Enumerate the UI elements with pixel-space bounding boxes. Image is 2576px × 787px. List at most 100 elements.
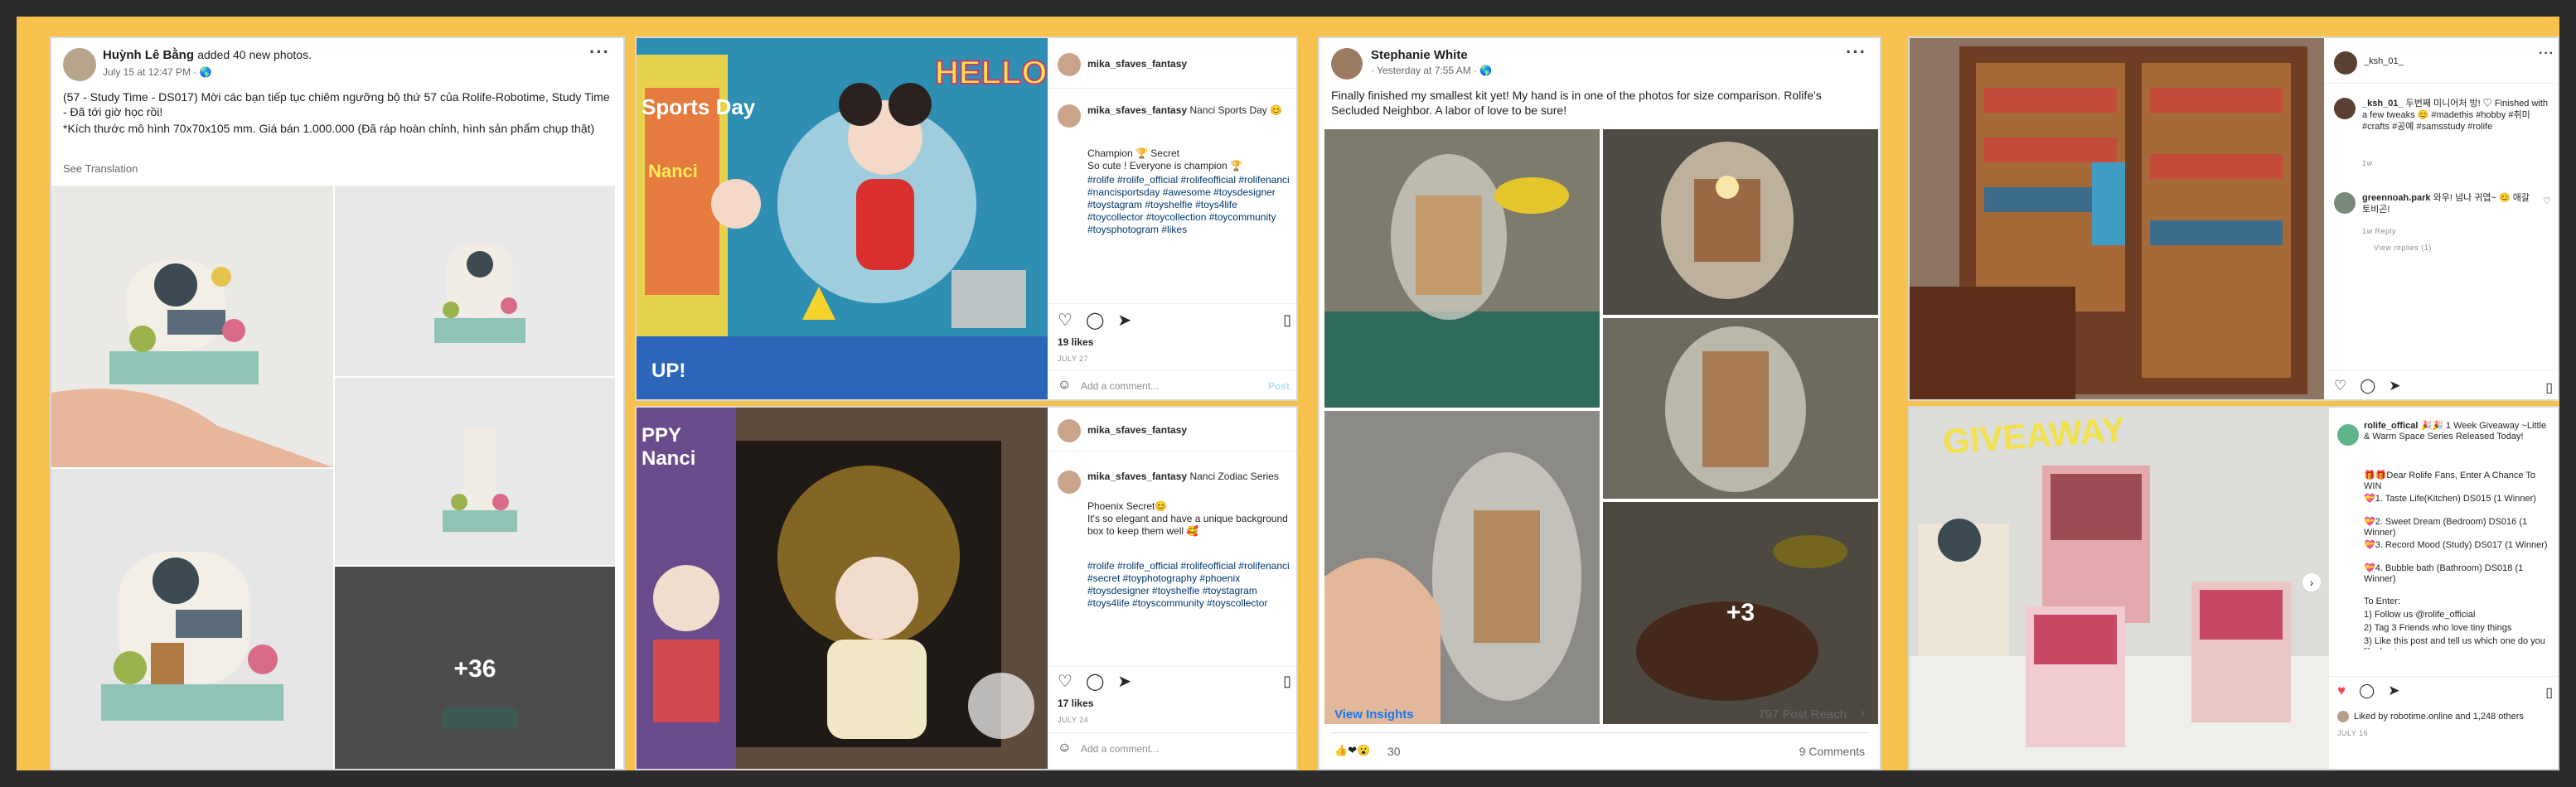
avatar[interactable] (1058, 419, 1081, 442)
comment-2: greennoah.park 와우! 넘나 귀엽~ 😊 애갈토비곤! (2362, 192, 2536, 215)
library-diorama-image (1910, 38, 2324, 399)
divider (2329, 676, 2558, 677)
emoji-icon[interactable]: ☺ (1058, 741, 1071, 756)
caption-username[interactable]: rolife_offical (2364, 421, 2418, 431)
bookmark-icon[interactable]: ▯ (2545, 684, 2553, 701)
avatar[interactable] (1331, 48, 1363, 80)
post-reach[interactable]: 797 Post Reach (1758, 707, 1847, 722)
comment-avatar[interactable] (2334, 98, 2356, 119)
comment-icon[interactable]: ◯ (1086, 310, 1104, 331)
more-photos-overlay[interactable]: +3 (1603, 502, 1878, 724)
heart-icon[interactable]: ♡ (2334, 378, 2346, 394)
caption: mika_sfaves_fantasy Nanci Zodiac Series (1087, 471, 1295, 483)
comment-input[interactable]: Add a comment... (1081, 380, 1159, 392)
diorama-front-image (335, 186, 615, 376)
avatar[interactable] (2337, 424, 2359, 446)
author-name[interactable]: Stephanie White (1371, 48, 1468, 62)
carousel-next-icon[interactable]: › (2302, 573, 2321, 591)
view-replies-link[interactable]: View replies (1) (2374, 244, 2432, 252)
comment-time[interactable]: 1w Reply (2362, 227, 2396, 235)
caption-hashtags[interactable]: #rolife #rolife_official #rolifeofficial… (1087, 560, 1295, 610)
caption-username[interactable]: mika_sfaves_fantasy (1087, 104, 1187, 116)
more-options-icon[interactable]: ··· (2539, 46, 2554, 61)
caption-avatar[interactable] (1058, 471, 1081, 494)
up-label: UP! (651, 360, 686, 382)
share-icon[interactable]: ➤ (1117, 671, 1131, 692)
heart-filled-icon[interactable]: ♥ (2337, 683, 2346, 699)
post-action: added 40 new photos. (197, 48, 312, 61)
comment-avatar-2[interactable] (2334, 192, 2356, 214)
likes-count[interactable]: 19 likes (1058, 336, 1093, 348)
avatar[interactable] (2334, 51, 2357, 75)
share-icon[interactable]: ➤ (1117, 310, 1131, 331)
caption-time: 1w (2362, 159, 2373, 167)
photo-1[interactable] (1324, 129, 1600, 408)
comment-heart-icon[interactable]: ♡ (2543, 196, 2551, 206)
caption-line-7: 1) Follow us @rolife_official (2364, 610, 2476, 620)
photo-3[interactable] (1603, 318, 1878, 499)
photo-2[interactable] (1603, 129, 1878, 315)
photo-thumb-1[interactable] (335, 186, 615, 376)
fb-post-secluded-neighbor: Stephanie White · Yesterday at 7:55 AM ·… (1318, 36, 1881, 770)
post-photo[interactable] (1910, 38, 2324, 399)
jar-diorama-stairs-image (1603, 318, 1878, 499)
photo-thumb-3[interactable]: +36 (335, 567, 615, 769)
heart-icon[interactable]: ♡ (1058, 310, 1073, 331)
post-time[interactable]: · Yesterday at 7:55 AM · 🌎 (1371, 65, 1492, 76)
comments-count[interactable]: 9 Comments (1799, 745, 1865, 758)
chevron-right-icon[interactable]: › (1861, 706, 1865, 721)
divider (1048, 303, 1296, 304)
photo-main-2[interactable] (51, 469, 333, 769)
more-photos-overlay[interactable]: +36 (335, 567, 615, 769)
divider (1048, 666, 1296, 667)
reactions-icons[interactable]: 👍❤😮 (1334, 744, 1370, 757)
username[interactable]: mika_sfaves_fantasy (1087, 424, 1187, 436)
caption-username[interactable]: _ksh_01_ (2362, 99, 2404, 109)
avatar[interactable] (1058, 53, 1081, 76)
caption: mika_sfaves_fantasy Nanci Sports Day 😊 (1087, 104, 1295, 117)
see-translation-link[interactable]: See Translation (63, 162, 138, 175)
photo-5[interactable]: +3 (1603, 502, 1878, 724)
reaction-count[interactable]: 30 (1387, 745, 1401, 758)
caption-hashtags[interactable]: #rolife #rolife_official #rolifeofficial… (1087, 174, 1295, 236)
share-icon[interactable]: ➤ (2389, 378, 2400, 394)
more-options-icon[interactable]: ··· (589, 41, 610, 63)
divider (2324, 83, 2558, 84)
likes-count[interactable]: 17 likes (1058, 698, 1093, 709)
more-options-icon[interactable]: ··· (1846, 41, 1867, 63)
post-sidebar: rolife_offical 🎉🎉 1 Week Giveaway ~Littl… (2329, 408, 2558, 769)
caption-line-9: 3) Like this post and tell us which one … (2364, 636, 2545, 649)
share-icon[interactable]: ➤ (2388, 683, 2399, 699)
post-photo[interactable]: HELLO Sports Day Nanci UP! (637, 38, 1048, 399)
bookmark-icon[interactable]: ▯ (2545, 379, 2553, 396)
liked-by[interactable]: Liked by robotime.online and 1,248 other… (2354, 711, 2558, 723)
post-time[interactable]: July 15 at 12:47 PM · 🌎 (103, 66, 212, 78)
comment-icon[interactable]: ◯ (2360, 378, 2375, 394)
username[interactable]: _ksh_01_ (2364, 56, 2404, 66)
caption-avatar[interactable] (1058, 104, 1081, 128)
username[interactable]: mika_sfaves_fantasy (1087, 58, 1187, 70)
post-photo[interactable]: PPY Nanci (637, 408, 1048, 769)
view-insights-link[interactable]: View Insights (1334, 707, 1414, 722)
hand-size-comparison-image (1324, 411, 1600, 724)
bookmark-icon[interactable]: ▯ (1283, 311, 1291, 329)
avatar[interactable] (63, 48, 96, 81)
post-photo[interactable]: GIVEAWAY › (1910, 408, 2329, 769)
author-name[interactable]: Huỳnh Lê Bằng (103, 48, 194, 62)
caption-username[interactable]: mika_sfaves_fantasy (1087, 471, 1187, 482)
photo-thumb-2[interactable] (335, 378, 615, 565)
photo-main-1[interactable] (51, 186, 333, 467)
comment-icon[interactable]: ◯ (1086, 671, 1104, 692)
comment-input[interactable]: Add a comment... (1081, 743, 1159, 755)
sports-day-label: Sports Day (642, 94, 756, 119)
photo-4[interactable] (1324, 411, 1600, 724)
heart-icon[interactable]: ♡ (1058, 671, 1073, 692)
emoji-icon[interactable]: ☺ (1058, 378, 1071, 393)
post-comment-button[interactable]: Post (1268, 380, 1290, 392)
nanci-label: Nanci (648, 161, 698, 181)
comment-icon[interactable]: ◯ (2359, 683, 2375, 699)
ig-post-library: _ksh_01_ ··· _ksh_01_ 두번째 미니어처 방! ♡ Fini… (1908, 36, 2559, 401)
caption-title: Nanci Zodiac Series (1189, 471, 1279, 482)
comment-username[interactable]: greennoah.park (2362, 193, 2431, 203)
bookmark-icon[interactable]: ▯ (1283, 673, 1291, 690)
